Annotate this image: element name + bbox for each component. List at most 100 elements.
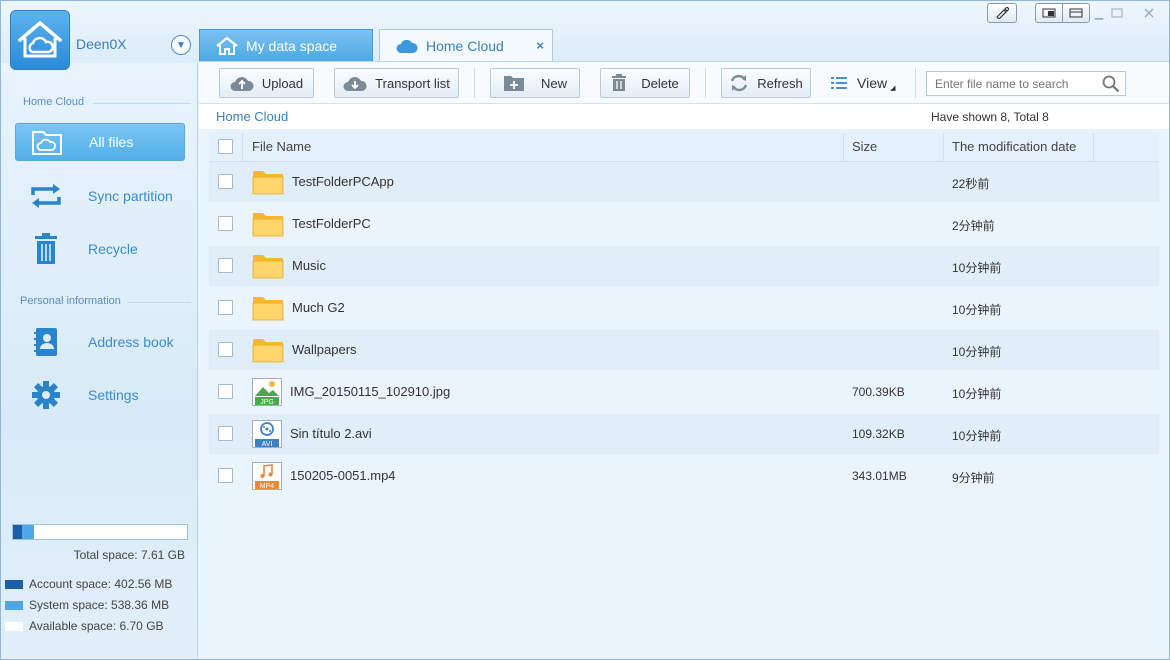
search-input[interactable]: [927, 72, 1097, 95]
storage-usage-bar: [12, 524, 188, 540]
gear-icon: [23, 380, 69, 410]
table-row[interactable]: JPG IMG_20150115_102910.jpg 700.39KB 10分…: [209, 372, 1159, 412]
file-table: File Name Size The modification date Tes…: [199, 129, 1169, 659]
row-checkbox[interactable]: [218, 258, 233, 273]
window-close-button[interactable]: [1141, 3, 1157, 23]
table-row[interactable]: Much G2 10分钟前: [209, 288, 1159, 328]
search-icon[interactable]: [1102, 75, 1120, 96]
tab-my-data-space[interactable]: My data space: [199, 29, 373, 61]
skin-button[interactable]: [987, 3, 1017, 23]
file-name: TestFolderPCApp: [292, 174, 394, 189]
home-cloud-logo-icon: [18, 21, 62, 58]
row-checkbox[interactable]: [218, 174, 233, 189]
cloud-upload-icon: [230, 74, 254, 92]
user-menu-button[interactable]: ▼: [171, 35, 191, 55]
tab-label: Home Cloud: [426, 37, 504, 54]
legend-swatch: [5, 621, 23, 631]
section-title-personal: Personal information: [20, 295, 121, 307]
file-name: Much G2: [292, 300, 345, 315]
file-size: 700.39KB: [852, 385, 905, 399]
close-icon: [1144, 8, 1154, 18]
legend-account: Account space: 402.56 MB: [5, 577, 172, 591]
file-name: Music: [292, 258, 326, 273]
trash-icon: [23, 233, 69, 265]
table-row[interactable]: Wallpapers 10分钟前: [209, 330, 1159, 370]
table-row[interactable]: TestFolderPCApp 22秒前: [209, 162, 1159, 202]
file-date: 2分钟前: [952, 219, 995, 233]
refresh-label: Refresh: [757, 75, 803, 91]
app-logo: [10, 10, 70, 70]
row-checkbox[interactable]: [218, 342, 233, 357]
cloud-download-icon: [343, 74, 367, 92]
sidebar-item-all-files[interactable]: All files: [15, 123, 185, 161]
upload-label: Upload: [261, 75, 304, 91]
legend-label: Account space: 402.56 MB: [29, 577, 173, 591]
column-header-date[interactable]: The modification date: [952, 131, 1076, 162]
maximize-button[interactable]: [1109, 3, 1125, 23]
folder-cloud-icon: [24, 128, 70, 156]
row-checkbox[interactable]: [218, 300, 233, 315]
file-name: 150205-0051.mp4: [290, 468, 396, 483]
row-checkbox[interactable]: [218, 468, 233, 483]
home-icon: [216, 36, 238, 56]
app-window: Deen0X ▼ My data space Home Cloud × ▁ Ho…: [0, 0, 1170, 660]
column-header-size[interactable]: Size: [852, 131, 877, 162]
file-date: 10分钟前: [952, 387, 1002, 401]
file-size: 343.01MB: [852, 469, 907, 483]
file-name: IMG_20150115_102910.jpg: [290, 384, 451, 399]
section-title-home-cloud: Home Cloud: [23, 96, 85, 108]
row-checkbox[interactable]: [218, 216, 233, 231]
username: Deen0X: [76, 36, 127, 52]
folder-icon: [252, 210, 284, 241]
tab-home-cloud[interactable]: Home Cloud ×: [379, 29, 553, 61]
trash-icon: [611, 74, 627, 92]
legend-system: System space: 538.36 MB: [5, 598, 169, 612]
legend-label: System space: 538.36 MB: [29, 598, 170, 612]
select-all-checkbox[interactable]: [218, 139, 233, 154]
sidebar-item-address-book[interactable]: Address book: [15, 323, 185, 361]
maximize-icon: [1111, 8, 1123, 18]
address-book-icon: [23, 327, 69, 357]
file-date: 22秒前: [952, 177, 990, 191]
legend-swatch: [5, 600, 23, 610]
column-divider: [1093, 133, 1094, 161]
transport-list-button[interactable]: Transport list: [334, 68, 459, 98]
column-divider: [242, 133, 243, 161]
table-row[interactable]: MP4 150205-0051.mp4 343.01MB 9分钟前: [209, 456, 1159, 496]
row-checkbox[interactable]: [218, 426, 233, 441]
sidebar-item-settings[interactable]: Settings: [15, 376, 185, 414]
upload-button[interactable]: Upload: [219, 68, 314, 98]
sidebar: Home Cloud All files Sync partition Recy…: [1, 63, 198, 659]
storage-system-fill: [22, 525, 34, 539]
minimize-button[interactable]: ▁: [1091, 3, 1107, 23]
folder-icon: [252, 294, 284, 325]
file-ext-label: AVI: [262, 441, 273, 448]
refresh-button[interactable]: Refresh: [721, 68, 811, 98]
close-icon[interactable]: ×: [536, 38, 544, 53]
breadcrumb[interactable]: Home Cloud: [216, 109, 288, 124]
divider: [127, 302, 191, 303]
file-name: Wallpapers: [292, 342, 357, 357]
title-bar: Deen0X ▼ My data space Home Cloud × ▁: [1, 1, 1169, 70]
column-divider: [843, 133, 844, 161]
file-date: 10分钟前: [952, 345, 1002, 359]
row-checkbox[interactable]: [218, 384, 233, 399]
column-divider: [943, 133, 944, 161]
delete-button[interactable]: Delete: [600, 68, 690, 98]
view-button[interactable]: View ◢: [831, 68, 895, 98]
table-row[interactable]: Music 10分钟前: [209, 246, 1159, 286]
tab-label: My data space: [246, 37, 338, 54]
file-size: 109.32KB: [852, 427, 905, 441]
toolbar-separator: [915, 68, 916, 98]
divider: [93, 103, 191, 104]
sidebar-item-recycle[interactable]: Recycle: [15, 230, 185, 268]
table-row[interactable]: TestFolderPC 2分钟前: [209, 204, 1159, 244]
file-date: 10分钟前: [952, 429, 1002, 443]
table-row[interactable]: AVI Sin título 2.avi 109.32KB 10分钟前: [209, 414, 1159, 454]
column-header-name[interactable]: File Name: [252, 131, 311, 162]
mini-mode-button[interactable]: [1035, 3, 1063, 23]
new-folder-button[interactable]: New: [490, 68, 580, 98]
image-file-icon: JPG: [252, 378, 282, 409]
full-mode-button[interactable]: [1062, 3, 1090, 23]
sidebar-item-sync-partition[interactable]: Sync partition: [15, 177, 185, 215]
